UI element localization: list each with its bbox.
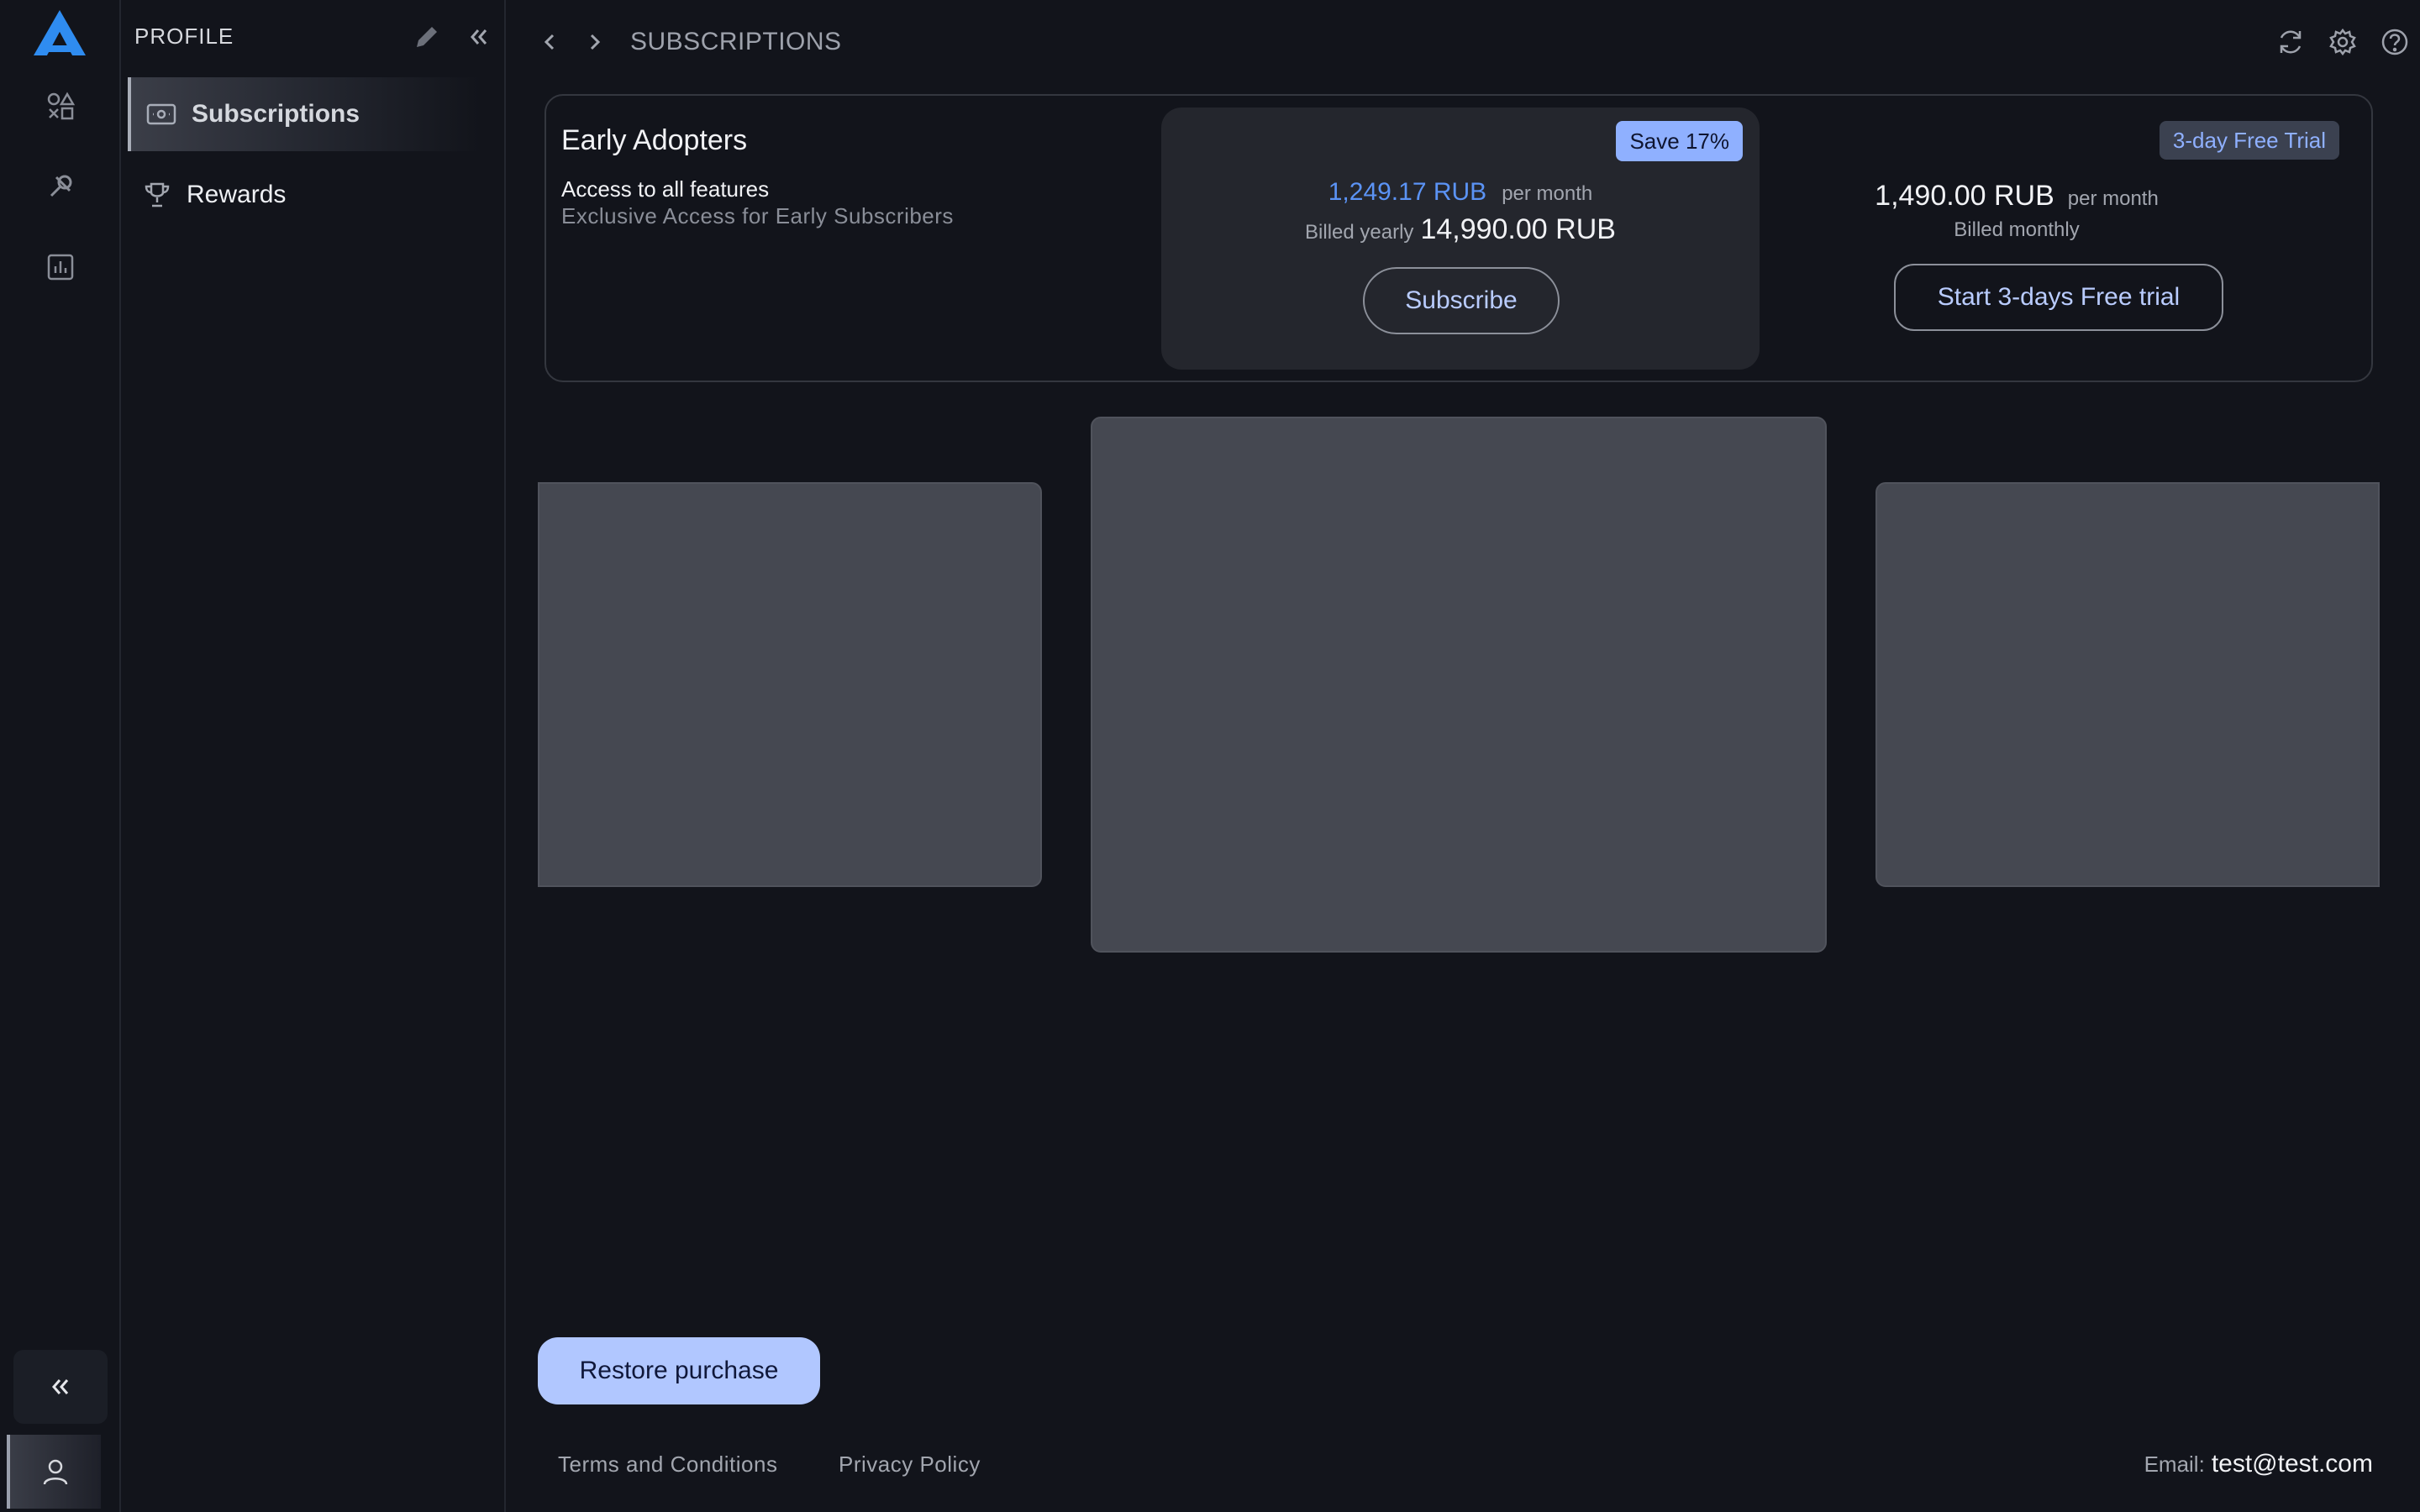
monthly-price-row: 1,490.00 RUB per month	[1807, 180, 2227, 213]
carousel-card-current[interactable]	[1091, 417, 1827, 953]
billed-yearly-label: Billed yearly	[1305, 221, 1414, 244]
yearly-billed-row: Billed yearly 14,990.00 RUB	[1161, 213, 1760, 246]
edit-icon[interactable]	[412, 22, 442, 52]
refresh-icon[interactable]	[2274, 25, 2307, 59]
sidebar-title: PROFILE	[134, 24, 234, 49]
subscribe-button[interactable]: Subscribe	[1363, 267, 1560, 334]
tools-icon[interactable]	[44, 170, 77, 203]
sidebar-item-label: Rewards	[187, 181, 287, 208]
help-icon[interactable]	[2378, 25, 2412, 59]
breadcrumb: SUBSCRIPTIONS	[536, 25, 842, 59]
email-value: test@test.com	[2211, 1450, 2373, 1478]
email-info: Email: test@test.com	[2144, 1450, 2373, 1478]
cash-icon	[146, 103, 176, 125]
plan-name: Early Adopters	[561, 124, 748, 156]
header-actions	[2274, 25, 2412, 59]
carousel-card-previous[interactable]	[538, 482, 1042, 887]
app-logo-icon[interactable]	[32, 8, 87, 57]
gear-icon[interactable]	[2326, 25, 2360, 59]
collapse-rail-button[interactable]	[13, 1350, 108, 1424]
yearly-period: per month	[1502, 182, 1593, 205]
sidebar-item-label: Subscriptions	[192, 100, 360, 128]
restore-purchase-button[interactable]: Restore purchase	[538, 1337, 820, 1404]
page-title: SUBSCRIPTIONS	[630, 28, 842, 55]
plan-feature: Access to all features	[561, 176, 770, 202]
email-label: Email:	[2144, 1452, 2205, 1477]
trophy-icon	[145, 182, 170, 207]
shapes-icon[interactable]	[44, 89, 77, 123]
sidebar-item-rewards[interactable]: Rewards	[128, 158, 481, 232]
monthly-price: 1,490.00 RUB	[1875, 180, 2054, 212]
carousel-card-next[interactable]	[1876, 482, 2380, 887]
profile-sidebar: PROFILE Subscriptions Rewards	[121, 0, 506, 1512]
double-chevron-left-icon	[52, 1379, 69, 1394]
sidebar-item-subscriptions[interactable]: Subscriptions	[128, 77, 481, 151]
start-trial-button[interactable]: Start 3-days Free trial	[1894, 264, 2223, 331]
yearly-price-row: 1,249.17 RUB per month	[1161, 178, 1760, 207]
chart-icon[interactable]	[44, 250, 77, 284]
plan-description: Exclusive Access for Early Subscribers	[561, 203, 954, 228]
billed-yearly-amount: 14,990.00 RUB	[1420, 213, 1616, 245]
back-button[interactable]	[536, 25, 563, 59]
save-badge: Save 17%	[1616, 121, 1743, 161]
chevron-left-icon	[544, 34, 555, 50]
privacy-link[interactable]: Privacy Policy	[839, 1452, 981, 1478]
yearly-monthly-price: 1,249.17 RUB	[1328, 178, 1487, 206]
monthly-period: per month	[2067, 187, 2159, 210]
profile-button[interactable]	[7, 1435, 101, 1509]
user-icon	[43, 1459, 68, 1485]
terms-link[interactable]: Terms and Conditions	[558, 1452, 777, 1478]
chevron-right-icon	[590, 34, 601, 50]
forward-button[interactable]	[581, 25, 608, 59]
trial-badge: 3-day Free Trial	[2159, 121, 2339, 160]
yearly-option: Save 17% 1,249.17 RUB per month Billed y…	[1161, 108, 1760, 370]
billed-monthly-label: Billed monthly	[1954, 218, 2080, 241]
collapse-sidebar-icon[interactable]	[464, 22, 494, 52]
plan-card: Early Adopters Access to all features Ex…	[544, 94, 2373, 382]
app-rail	[0, 0, 121, 1512]
